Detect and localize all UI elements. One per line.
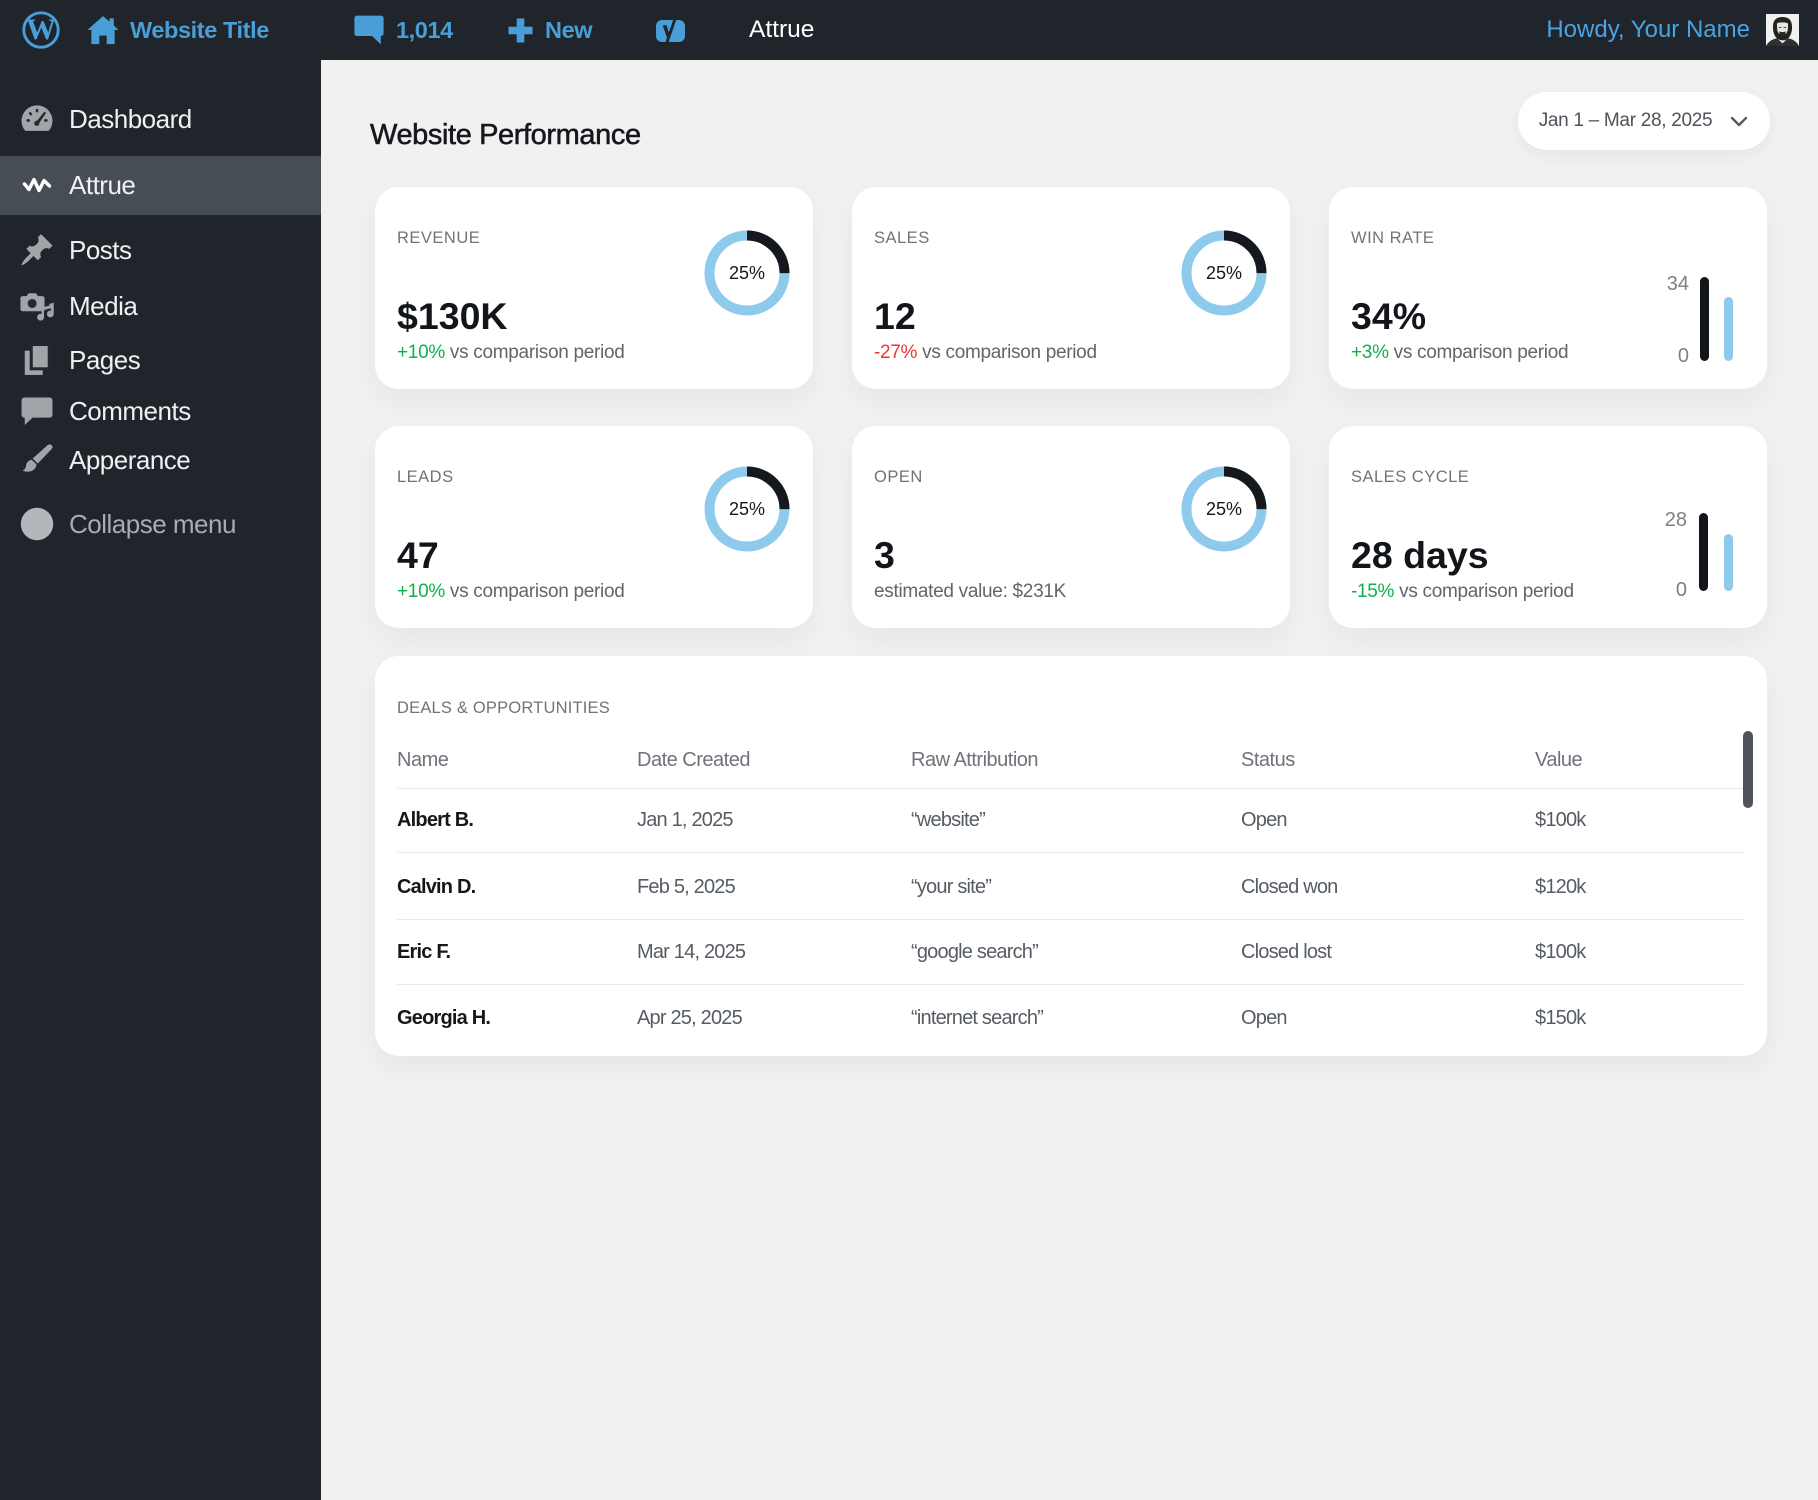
svg-text:25%: 25%	[1206, 499, 1242, 519]
svg-text:25%: 25%	[1206, 263, 1242, 283]
svg-text:25%: 25%	[729, 499, 765, 519]
svg-text:25%: 25%	[729, 263, 765, 283]
svg-text:W: W	[26, 13, 56, 46]
